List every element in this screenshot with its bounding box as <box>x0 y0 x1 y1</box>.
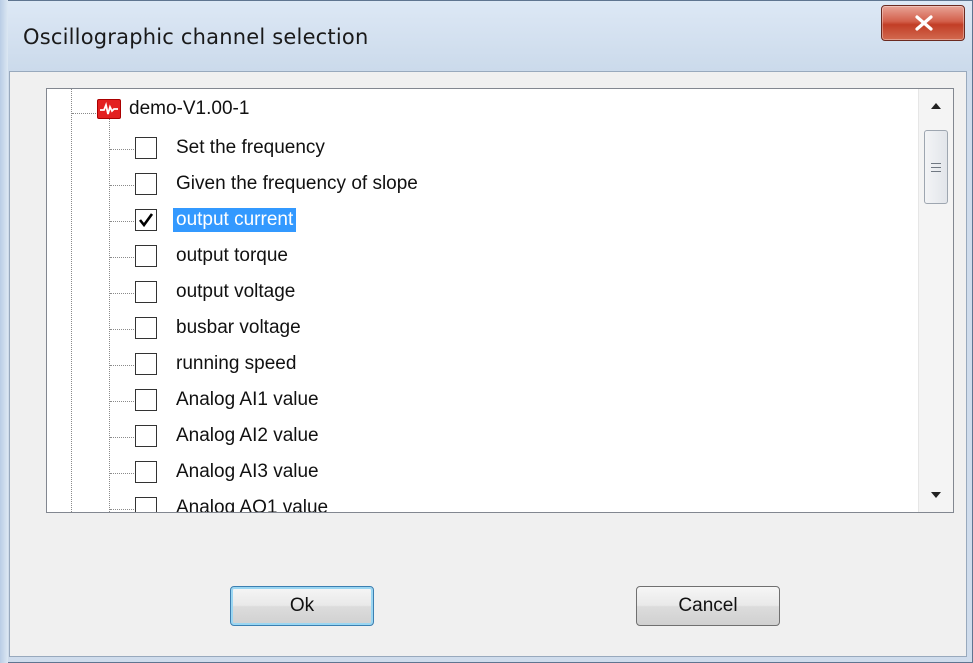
tree-item-label: Set the frequency <box>176 137 325 158</box>
scroll-thumb[interactable] <box>924 130 948 204</box>
tree-item[interactable]: running speed <box>47 347 917 383</box>
channel-checkbox[interactable] <box>135 137 157 159</box>
tree-item-label: Analog AI2 value <box>176 425 319 446</box>
channel-checkbox[interactable] <box>135 461 157 483</box>
cancel-button[interactable]: Cancel <box>636 586 780 626</box>
channel-checkbox[interactable] <box>135 389 157 411</box>
dialog-client-area: demo-V1.00-1 Set the frequency Given the … <box>9 71 967 657</box>
tree-connector <box>110 401 134 402</box>
tree-item[interactable]: Analog AO1 value <box>47 491 917 513</box>
scroll-up-button[interactable] <box>919 89 953 123</box>
arrow-down-icon <box>931 492 941 498</box>
tree-connector <box>110 293 134 294</box>
tree-item-label: Analog AI3 value <box>176 461 319 482</box>
grip-line <box>931 171 941 172</box>
tree-item[interactable]: Set the frequency <box>47 131 917 167</box>
channel-checkbox[interactable] <box>135 425 157 447</box>
dialog-window: Oscillographic channel selection demo-V1… <box>0 0 973 663</box>
ok-button[interactable]: Ok <box>230 586 374 626</box>
tree-connector <box>72 113 96 114</box>
close-button[interactable] <box>881 5 965 41</box>
tree-connector <box>110 221 134 222</box>
tree-connector <box>110 329 134 330</box>
arrow-up-icon <box>931 103 941 109</box>
channel-checkbox[interactable] <box>135 317 157 339</box>
tree-root-label: demo-V1.00-1 <box>129 98 250 119</box>
tree-item[interactable]: Analog AI3 value <box>47 455 917 491</box>
window-left-edge <box>0 0 8 663</box>
window-title: Oscillographic channel selection <box>23 25 369 49</box>
close-icon <box>915 15 933 31</box>
tree-item-label: Analog AI1 value <box>176 389 319 410</box>
checkmark-icon <box>138 213 154 228</box>
tree-item[interactable]: busbar voltage <box>47 311 917 347</box>
tree-connector <box>110 365 134 366</box>
tree-connector <box>110 509 134 510</box>
tree-item-label: busbar voltage <box>176 317 301 338</box>
tree-connector <box>110 149 134 150</box>
grip-line <box>931 167 941 168</box>
tree-item-label: Analog AO1 value <box>176 497 329 513</box>
tree-connector <box>110 257 134 258</box>
channel-tree[interactable]: demo-V1.00-1 Set the frequency Given the … <box>46 88 954 513</box>
tree-item[interactable]: Given the frequency of slope <box>47 167 917 203</box>
channel-checkbox[interactable] <box>135 209 157 231</box>
tree-item[interactable]: Analog AI1 value <box>47 383 917 419</box>
tree-item[interactable]: Analog AI2 value <box>47 419 917 455</box>
tree-item-label: output current <box>173 208 297 232</box>
tree-connector <box>110 473 134 474</box>
tree-connector <box>110 437 134 438</box>
oscilloscope-icon <box>97 99 121 119</box>
tree-item-label: output voltage <box>176 281 296 302</box>
tree-item-label: Given the frequency of slope <box>176 173 418 194</box>
tree-root-node[interactable]: demo-V1.00-1 <box>47 95 917 131</box>
tree-item[interactable]: output voltage <box>47 275 917 311</box>
channel-checkbox[interactable] <box>135 245 157 267</box>
channel-checkbox[interactable] <box>135 173 157 195</box>
vertical-scrollbar[interactable] <box>918 89 953 512</box>
channel-checkbox[interactable] <box>135 497 157 512</box>
grip-line <box>931 163 941 164</box>
tree-connector <box>110 185 134 186</box>
tree-item-label: running speed <box>176 353 297 374</box>
scroll-down-button[interactable] <box>919 478 953 512</box>
tree-item-label: output torque <box>176 245 288 266</box>
title-bar[interactable]: Oscillographic channel selection <box>1 1 972 71</box>
channel-checkbox[interactable] <box>135 281 157 303</box>
tree-item[interactable]: output current <box>47 203 917 239</box>
tree-item[interactable]: output torque <box>47 239 917 275</box>
channel-checkbox[interactable] <box>135 353 157 375</box>
